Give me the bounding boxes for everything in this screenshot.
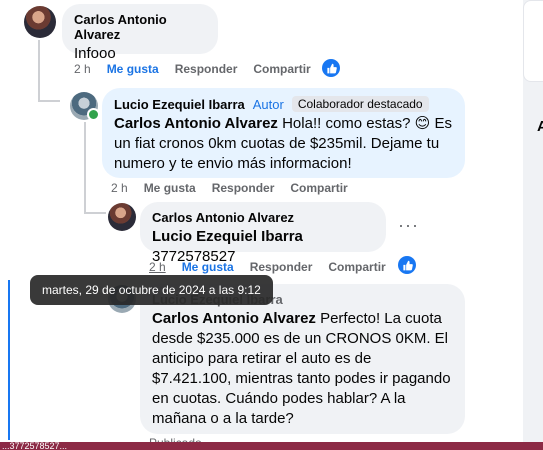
comment-author[interactable]: Carlos Antonio Alvarez (152, 210, 374, 225)
comment-actions: 2 h Me gusta Responder Compartir (149, 260, 386, 274)
comment-actions: 2 h Me gusta Responder Compartir (111, 181, 348, 195)
share-button[interactable]: Compartir (253, 62, 310, 76)
mention-link[interactable]: Carlos Antonio Alvarez (152, 310, 316, 327)
thread-line-nested-curve (84, 212, 106, 214)
comment-text: Infooo (74, 45, 116, 62)
mention-link[interactable]: Lucio Ezequiel Ibarra (152, 228, 303, 245)
share-button[interactable]: Compartir (328, 260, 385, 274)
author-badge: Autor (252, 96, 284, 112)
comment-body: Perfecto! La cuota desde $235.000 es de … (152, 310, 451, 427)
comment-bubble: Carlos Antonio Alvarez Lucio Ezequiel Ib… (140, 202, 386, 265)
comment-bubble: Carlos Antonio Alvarez Infooo (62, 4, 218, 62)
mention-link[interactable]: Carlos Antonio Alvarez (114, 115, 278, 132)
scroll-indicator (8, 280, 10, 440)
more-options-icon[interactable]: ··· (398, 215, 419, 236)
comment-actions: 2 h Me gusta Responder Compartir (74, 62, 311, 76)
status-bar: ...3772578527... (0, 442, 543, 450)
right-sidebar-card (523, 0, 543, 82)
avatar[interactable] (108, 203, 136, 231)
thread-line-main (38, 40, 40, 102)
avatar[interactable] (24, 6, 56, 38)
online-status-dot (87, 108, 100, 121)
comment-bubble: Lucio Ezequiel Ibarra Autor Colaborador … (102, 88, 465, 178)
share-button[interactable]: Compartir (290, 181, 347, 195)
thumbs-up-icon[interactable] (398, 256, 416, 274)
reply-button[interactable]: Responder (250, 260, 313, 274)
right-sidebar-letter: A (537, 118, 543, 135)
comment-text: Carlos Antonio Alvarez Hola!! como estas… (114, 114, 453, 174)
thread-line-curve (38, 100, 60, 102)
comment-author[interactable]: Lucio Ezequiel Ibarra (114, 97, 245, 112)
like-button[interactable]: Me gusta (107, 62, 159, 76)
thread-line-nested (84, 122, 86, 212)
comment-time[interactable]: 2 h (149, 260, 166, 274)
comment-author[interactable]: Carlos Antonio Alvarez (74, 12, 206, 42)
like-button[interactable]: Me gusta (182, 260, 234, 274)
thumbs-up-icon[interactable] (322, 59, 340, 77)
reply-button[interactable]: Responder (212, 181, 275, 195)
comment-time[interactable]: 2 h (111, 181, 128, 195)
collaborator-badge: Colaborador destacado (291, 96, 429, 112)
comment-bubble: Lucio Ezequiel Ibarra Carlos Antonio Alv… (140, 284, 465, 434)
timestamp-tooltip: martes, 29 de octubre de 2024 a las 9:12 (30, 275, 273, 305)
reply-button[interactable]: Responder (175, 62, 238, 76)
like-button[interactable]: Me gusta (144, 181, 196, 195)
comment-text: Carlos Antonio Alvarez Perfecto! La cuot… (152, 309, 453, 429)
comment-time[interactable]: 2 h (74, 62, 91, 76)
